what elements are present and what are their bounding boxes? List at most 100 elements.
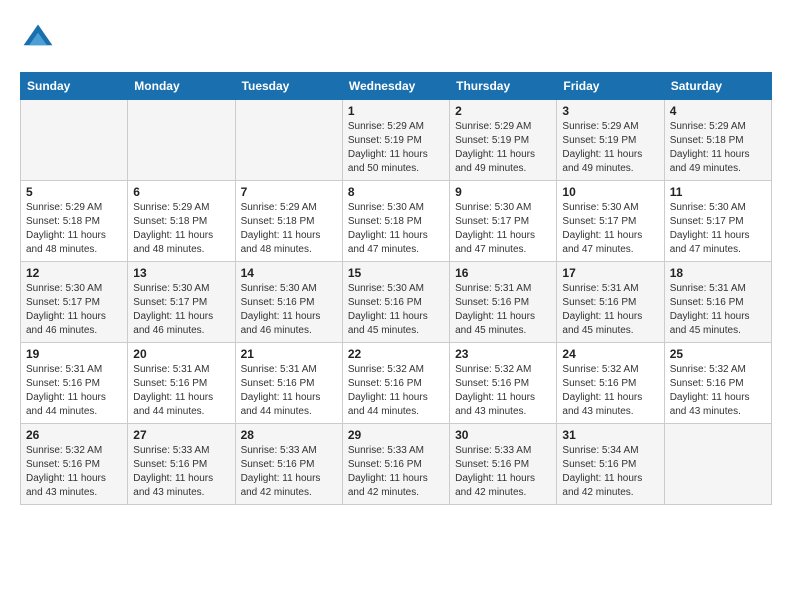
day-number: 25 [670, 347, 766, 361]
logo [20, 20, 62, 56]
calendar-cell: 14 Sunrise: 5:30 AM Sunset: 5:16 PM Dayli… [235, 262, 342, 343]
calendar-cell: 4 Sunrise: 5:29 AM Sunset: 5:18 PM Daylig… [664, 100, 771, 181]
day-info: Sunrise: 5:31 AM Sunset: 5:16 PM Dayligh… [455, 282, 551, 338]
day-info: Sunrise: 5:30 AM Sunset: 5:17 PM Dayligh… [133, 282, 229, 338]
calendar-cell: 30 Sunrise: 5:33 AM Sunset: 5:16 PM Dayli… [450, 424, 557, 505]
day-number: 13 [133, 266, 229, 280]
calendar-cell: 5 Sunrise: 5:29 AM Sunset: 5:18 PM Daylig… [21, 181, 128, 262]
calendar-cell: 24Sunrise: 5:32 AM Sunset: 5:16 PM Dayli… [557, 343, 664, 424]
day-number: 28 [241, 428, 337, 442]
day-number: 19 [26, 347, 122, 361]
day-info: Sunrise: 5:32 AM Sunset: 5:16 PM Dayligh… [562, 363, 658, 419]
calendar-cell: 23 Sunrise: 5:32 AM Sunset: 5:16 PM Dayli… [450, 343, 557, 424]
day-info: Sunrise: 5:32 AM Sunset: 5:16 PM Dayligh… [455, 363, 551, 419]
calendar-cell: 3 Sunrise: 5:29 AM Sunset: 5:19 PM Daylig… [557, 100, 664, 181]
day-number: 27 [133, 428, 229, 442]
day-info: Sunrise: 5:31 AM Sunset: 5:16 PM Dayligh… [26, 363, 122, 419]
day-number: 14 [241, 266, 337, 280]
calendar-cell: 1 Sunrise: 5:29 AM Sunset: 5:19 PM Daylig… [342, 100, 449, 181]
day-of-week-header: Thursday [450, 73, 557, 100]
day-info: Sunrise: 5:29 AM Sunset: 5:19 PM Dayligh… [348, 120, 444, 176]
day-info: Sunrise: 5:31 AM Sunset: 5:16 PM Dayligh… [133, 363, 229, 419]
day-number: 30 [455, 428, 551, 442]
day-number: 5 [26, 185, 122, 199]
day-info: Sunrise: 5:31 AM Sunset: 5:16 PM Dayligh… [241, 363, 337, 419]
day-number: 16 [455, 266, 551, 280]
day-of-week-header: Sunday [21, 73, 128, 100]
calendar-cell: 9Sunrise: 5:30 AM Sunset: 5:17 PM Daylig… [450, 181, 557, 262]
day-number: 20 [133, 347, 229, 361]
calendar-cell: 13 Sunrise: 5:30 AM Sunset: 5:17 PM Dayli… [128, 262, 235, 343]
day-info: Sunrise: 5:29 AM Sunset: 5:18 PM Dayligh… [241, 201, 337, 257]
calendar-cell: 16 Sunrise: 5:31 AM Sunset: 5:16 PM Dayli… [450, 262, 557, 343]
day-number: 2 [455, 104, 551, 118]
day-number: 26 [26, 428, 122, 442]
calendar-cell: 20 Sunrise: 5:31 AM Sunset: 5:16 PM Dayli… [128, 343, 235, 424]
calendar-cell: 28 Sunrise: 5:33 AM Sunset: 5:16 PM Dayli… [235, 424, 342, 505]
day-info: Sunrise: 5:33 AM Sunset: 5:16 PM Dayligh… [455, 444, 551, 500]
calendar-cell: 18 Sunrise: 5:31 AM Sunset: 5:16 PM Dayli… [664, 262, 771, 343]
calendar-cell: 25 Sunrise: 5:32 AM Sunset: 5:16 PM Dayli… [664, 343, 771, 424]
day-info: Sunrise: 5:31 AM Sunset: 5:16 PM Dayligh… [670, 282, 766, 338]
day-number: 18 [670, 266, 766, 280]
day-number: 23 [455, 347, 551, 361]
day-number: 17 [562, 266, 658, 280]
day-of-week-header: Wednesday [342, 73, 449, 100]
day-info: Sunrise: 5:30 AM Sunset: 5:16 PM Dayligh… [348, 282, 444, 338]
day-of-week-header: Friday [557, 73, 664, 100]
day-number: 6 [133, 185, 229, 199]
calendar-cell [235, 100, 342, 181]
day-number: 7 [241, 185, 337, 199]
calendar-cell [21, 100, 128, 181]
calendar-body: 1 Sunrise: 5:29 AM Sunset: 5:19 PM Daylig… [21, 100, 772, 505]
day-info: Sunrise: 5:33 AM Sunset: 5:16 PM Dayligh… [348, 444, 444, 500]
day-info: Sunrise: 5:30 AM Sunset: 5:18 PM Dayligh… [348, 201, 444, 257]
calendar-cell: 15 Sunrise: 5:30 AM Sunset: 5:16 PM Dayli… [342, 262, 449, 343]
day-info: Sunrise: 5:29 AM Sunset: 5:19 PM Dayligh… [562, 120, 658, 176]
day-info: Sunrise: 5:32 AM Sunset: 5:16 PM Dayligh… [670, 363, 766, 419]
logo-icon [20, 20, 56, 56]
day-info: Sunrise: 5:29 AM Sunset: 5:18 PM Dayligh… [133, 201, 229, 257]
calendar-cell: 11 Sunrise: 5:30 AM Sunset: 5:17 PM Dayli… [664, 181, 771, 262]
day-info: Sunrise: 5:30 AM Sunset: 5:17 PM Dayligh… [26, 282, 122, 338]
calendar-cell: 2 Sunrise: 5:29 AM Sunset: 5:19 PM Daylig… [450, 100, 557, 181]
day-of-week-header: Tuesday [235, 73, 342, 100]
calendar-cell: 6 Sunrise: 5:29 AM Sunset: 5:18 PM Daylig… [128, 181, 235, 262]
calendar-cell: 31Sunrise: 5:34 AM Sunset: 5:16 PM Dayli… [557, 424, 664, 505]
calendar-week-row: 26Sunrise: 5:32 AM Sunset: 5:16 PM Dayli… [21, 424, 772, 505]
day-number: 11 [670, 185, 766, 199]
day-info: Sunrise: 5:30 AM Sunset: 5:16 PM Dayligh… [241, 282, 337, 338]
day-number: 21 [241, 347, 337, 361]
calendar-cell: 22 Sunrise: 5:32 AM Sunset: 5:16 PM Dayli… [342, 343, 449, 424]
calendar-week-row: 1 Sunrise: 5:29 AM Sunset: 5:19 PM Daylig… [21, 100, 772, 181]
day-info: Sunrise: 5:29 AM Sunset: 5:18 PM Dayligh… [26, 201, 122, 257]
calendar-cell [128, 100, 235, 181]
calendar-header: SundayMondayTuesdayWednesdayThursdayFrid… [21, 73, 772, 100]
day-info: Sunrise: 5:29 AM Sunset: 5:19 PM Dayligh… [455, 120, 551, 176]
day-number: 29 [348, 428, 444, 442]
day-number: 9 [455, 185, 551, 199]
calendar-cell: 27 Sunrise: 5:33 AM Sunset: 5:16 PM Dayli… [128, 424, 235, 505]
days-of-week-row: SundayMondayTuesdayWednesdayThursdayFrid… [21, 73, 772, 100]
day-of-week-header: Saturday [664, 73, 771, 100]
day-number: 15 [348, 266, 444, 280]
day-number: 1 [348, 104, 444, 118]
calendar-week-row: 19 Sunrise: 5:31 AM Sunset: 5:16 PM Dayli… [21, 343, 772, 424]
day-info: Sunrise: 5:34 AM Sunset: 5:16 PM Dayligh… [562, 444, 658, 500]
calendar-cell [664, 424, 771, 505]
calendar-cell: 8Sunrise: 5:30 AM Sunset: 5:18 PM Daylig… [342, 181, 449, 262]
day-info: Sunrise: 5:30 AM Sunset: 5:17 PM Dayligh… [670, 201, 766, 257]
day-info: Sunrise: 5:33 AM Sunset: 5:16 PM Dayligh… [133, 444, 229, 500]
day-info: Sunrise: 5:31 AM Sunset: 5:16 PM Dayligh… [562, 282, 658, 338]
day-info: Sunrise: 5:29 AM Sunset: 5:18 PM Dayligh… [670, 120, 766, 176]
day-number: 3 [562, 104, 658, 118]
day-info: Sunrise: 5:33 AM Sunset: 5:16 PM Dayligh… [241, 444, 337, 500]
day-number: 22 [348, 347, 444, 361]
calendar-cell: 19 Sunrise: 5:31 AM Sunset: 5:16 PM Dayli… [21, 343, 128, 424]
calendar-cell: 17 Sunrise: 5:31 AM Sunset: 5:16 PM Dayli… [557, 262, 664, 343]
calendar-week-row: 12Sunrise: 5:30 AM Sunset: 5:17 PM Dayli… [21, 262, 772, 343]
calendar-cell: 26Sunrise: 5:32 AM Sunset: 5:16 PM Dayli… [21, 424, 128, 505]
page-header [20, 20, 772, 56]
day-info: Sunrise: 5:32 AM Sunset: 5:16 PM Dayligh… [348, 363, 444, 419]
day-number: 4 [670, 104, 766, 118]
